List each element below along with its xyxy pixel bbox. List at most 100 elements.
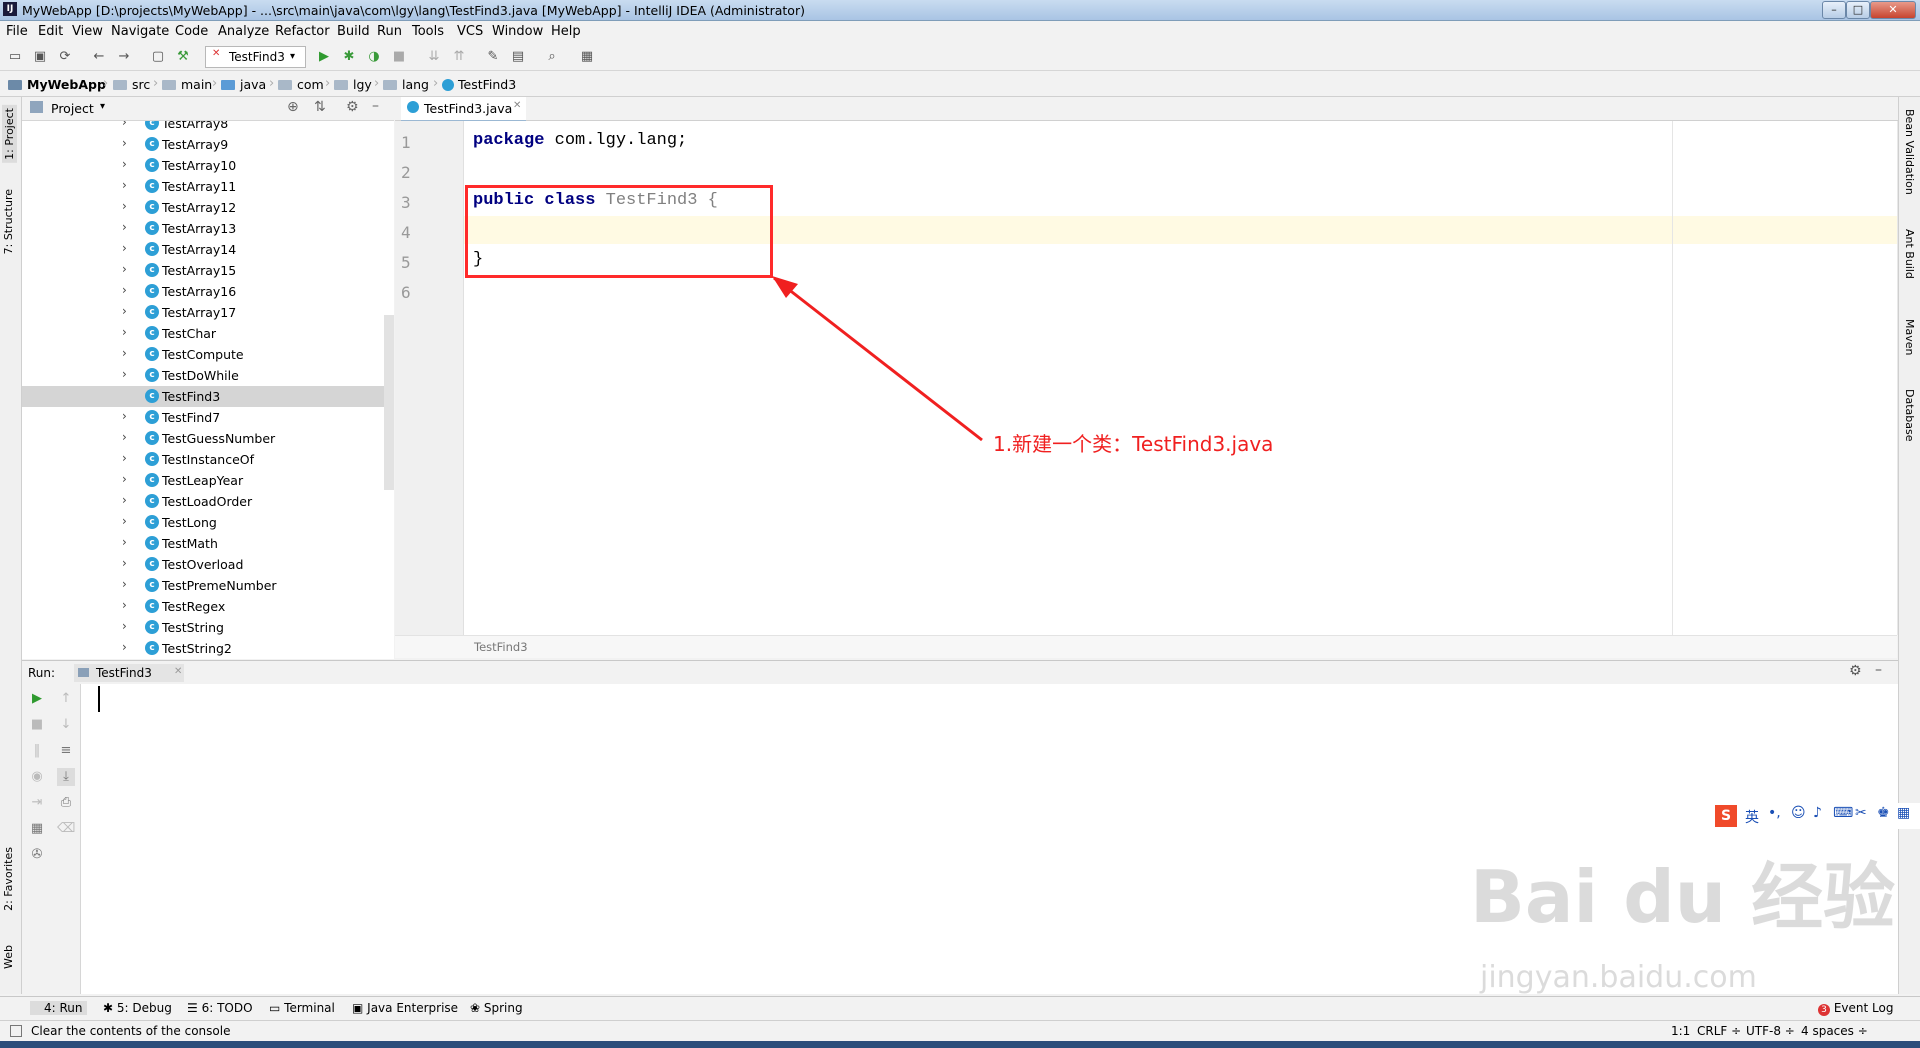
menu-analyze[interactable]: Analyze (218, 24, 269, 39)
tree-item-testcompute[interactable]: › c TestCompute (22, 344, 394, 365)
ant-build-tool-button[interactable]: Ant Build (1903, 229, 1916, 279)
chevron-right-icon[interactable]: › (122, 241, 127, 255)
structure-tool-button[interactable]: 7: Structure (2, 189, 15, 254)
pause-icon[interactable]: ‖ (28, 742, 46, 760)
trash-icon[interactable]: ⌫ (57, 820, 75, 838)
chevron-right-icon[interactable]: › (122, 178, 127, 192)
print-icon[interactable]: ⎙ (57, 794, 75, 812)
close-button[interactable]: ✕ (1870, 1, 1916, 19)
chevron-right-icon[interactable]: › (122, 535, 127, 549)
crumb-main[interactable]: main (162, 77, 212, 92)
settings-wrench-icon[interactable]: ✎ (484, 48, 502, 65)
chevron-right-icon[interactable]: › (122, 472, 127, 486)
exit-icon[interactable]: ⇥ (28, 794, 46, 812)
tree-item-testarray15[interactable]: › c TestArray15 (22, 260, 394, 281)
menu-run[interactable]: Run (377, 24, 402, 39)
emoji-icon[interactable]: ☺ (1791, 805, 1806, 821)
chevron-right-icon[interactable]: › (122, 367, 127, 381)
crumb-project[interactable]: MyWebApp (8, 77, 106, 92)
build-hammer-icon[interactable]: ⚒ (174, 48, 192, 65)
java-enterprise-tool-button[interactable]: ▣ Java Enterprise (352, 1001, 458, 1015)
tree-item-testarray8[interactable]: › c TestArray8 (22, 121, 394, 134)
keyboard-icon[interactable]: ⌨ (1833, 805, 1853, 821)
ime-language[interactable]: 英 (1745, 807, 1759, 827)
tree-item-testfind7[interactable]: › c TestFind7 (22, 407, 394, 428)
tree-item-testarray14[interactable]: › c TestArray14 (22, 239, 394, 260)
editor-footer-class[interactable]: TestFind3 (474, 640, 528, 654)
chevron-right-icon[interactable]: › (122, 325, 127, 339)
coverage-icon[interactable]: ◑ (365, 48, 383, 65)
stop-icon[interactable]: ■ (390, 48, 408, 65)
chevron-right-icon[interactable]: › (122, 220, 127, 234)
menu-code[interactable]: Code (175, 24, 208, 39)
menu-refactor[interactable]: Refactor (275, 24, 330, 39)
tree-item-testoverload[interactable]: › c TestOverload (22, 554, 394, 575)
locate-icon[interactable]: ⊕ (287, 99, 299, 115)
tasks-icon[interactable]: ▦ (578, 48, 596, 65)
collapse-all-icon[interactable]: ⇅ (314, 99, 326, 115)
project-tool-button[interactable]: 1: Project (2, 105, 17, 163)
close-icon[interactable]: ✕ (174, 666, 182, 677)
chevron-right-icon[interactable]: › (122, 514, 127, 528)
menu-navigate[interactable]: Navigate (111, 24, 169, 39)
chevron-right-icon[interactable]: › (122, 199, 127, 213)
crumb-lang[interactable]: lang (383, 77, 429, 92)
chevron-right-icon[interactable]: › (122, 556, 127, 570)
bean-validation-tool-button[interactable]: Bean Validation (1903, 109, 1916, 195)
chevron-right-icon[interactable]: › (122, 598, 127, 612)
close-icon[interactable]: ✕ (513, 100, 521, 111)
tree-item-testdowhile[interactable]: › c TestDoWhile (22, 365, 394, 386)
chevron-right-icon[interactable]: › (122, 577, 127, 591)
menu-tools[interactable]: Tools (412, 24, 444, 39)
tree-item-testarray9[interactable]: › c TestArray9 (22, 134, 394, 155)
panel-toggle-icon[interactable] (10, 1025, 22, 1037)
minimize-button[interactable]: – (1822, 1, 1846, 19)
chevron-down-icon[interactable]: ▾ (100, 101, 105, 112)
save-icon[interactable]: ▣ (31, 48, 49, 65)
ime-menu-icon[interactable]: ▦ (1897, 805, 1910, 821)
maven-tool-button[interactable]: Maven (1903, 319, 1916, 355)
run-tool-button[interactable]: 4: Run (30, 1001, 87, 1015)
open-folder-icon[interactable]: ▭ (6, 48, 24, 65)
line-separator[interactable]: CRLF ÷ (1697, 1024, 1741, 1038)
favorites-tool-button[interactable]: 2: Favorites (2, 847, 15, 911)
spring-tool-button[interactable]: ❀ Spring (470, 1001, 523, 1015)
tree-item-teststring[interactable]: › c TestString (22, 617, 394, 638)
crumb-com[interactable]: com (278, 77, 324, 92)
up-arrow-icon[interactable]: ↑ (57, 690, 75, 708)
menu-help[interactable]: Help (551, 24, 581, 39)
database-tool-button[interactable]: Database (1903, 389, 1916, 442)
tree-item-testleapyear[interactable]: › c TestLeapYear (22, 470, 394, 491)
maximize-button[interactable]: □ (1846, 1, 1870, 19)
layout-icon[interactable]: ▦ (28, 820, 46, 838)
chevron-right-icon[interactable]: › (122, 640, 127, 654)
down-arrow-icon[interactable]: ↓ (57, 716, 75, 734)
back-icon[interactable]: ← (90, 48, 108, 65)
menu-file[interactable]: File (6, 24, 28, 39)
chevron-right-icon[interactable]: › (122, 451, 127, 465)
run-icon[interactable]: ▶ (315, 48, 333, 65)
web-tool-button[interactable]: Web (2, 945, 15, 969)
sogou-logo-icon[interactable]: S (1715, 805, 1737, 827)
chevron-right-icon[interactable]: › (122, 409, 127, 423)
tree-item-testchar[interactable]: › c TestChar (22, 323, 394, 344)
tree-item-testarray17[interactable]: › c TestArray17 (22, 302, 394, 323)
tab-testfind3-java[interactable]: TestFind3.java ✕ (401, 97, 526, 123)
menu-edit[interactable]: Edit (38, 24, 63, 39)
tree-item-testarray11[interactable]: › c TestArray11 (22, 176, 394, 197)
run-configuration-select[interactable]: ✕ TestFind3 ▾ (205, 46, 306, 68)
hide-panel-icon[interactable]: – (372, 98, 379, 114)
tree-item-testlong[interactable]: › c TestLong (22, 512, 394, 533)
tree-item-testarray12[interactable]: › c TestArray12 (22, 197, 394, 218)
crumb-src[interactable]: src (113, 77, 150, 92)
stop-icon[interactable]: ■ (28, 716, 46, 734)
indent-setting[interactable]: 4 spaces ÷ (1801, 1024, 1868, 1038)
tree-item-testmath[interactable]: › c TestMath (22, 533, 394, 554)
debug-tool-button[interactable]: ✱ 5: Debug (103, 1001, 172, 1015)
chevron-right-icon[interactable]: › (122, 430, 127, 444)
sync-icon[interactable]: ⟳ (56, 48, 74, 65)
debug-icon[interactable]: ✱ (340, 48, 358, 65)
menu-build[interactable]: Build (337, 24, 370, 39)
tree-item-testguessnumber[interactable]: › c TestGuessNumber (22, 428, 394, 449)
tree-item-testregex[interactable]: › c TestRegex (22, 596, 394, 617)
